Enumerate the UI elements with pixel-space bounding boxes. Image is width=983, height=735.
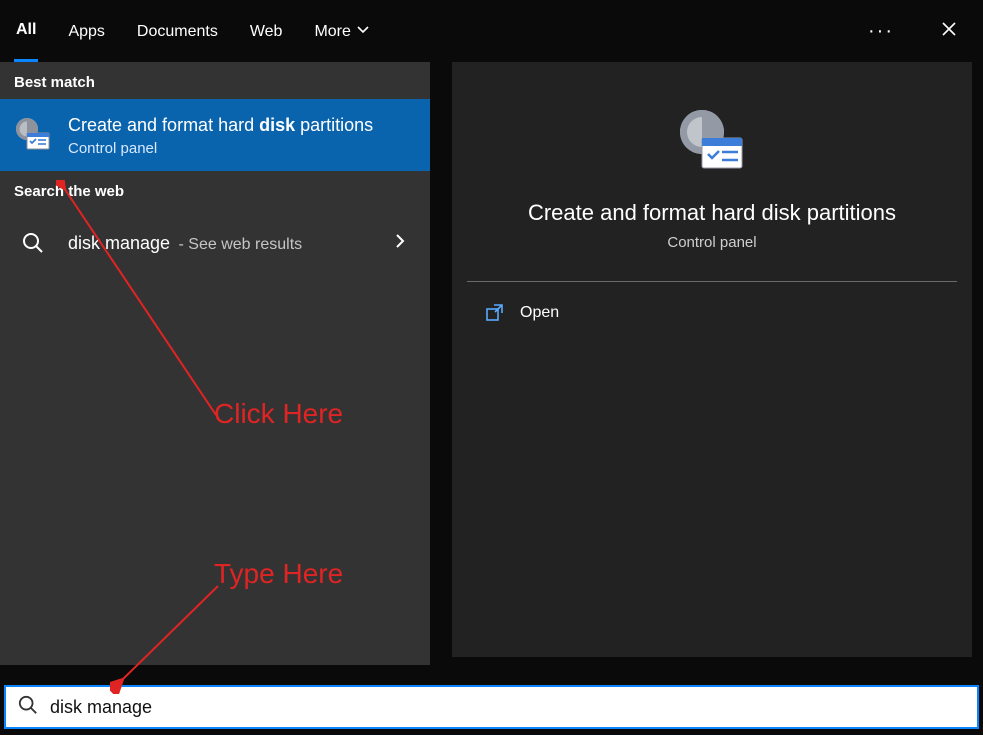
web-result-query: disk manage: [68, 233, 170, 253]
preview-disk-management-icon: [672, 102, 752, 182]
disk-management-icon: [12, 114, 54, 156]
search-input[interactable]: [50, 697, 965, 718]
web-result-suffix: See web results: [188, 236, 302, 253]
best-match-text: Create and format hard disk partitions C…: [68, 113, 416, 157]
preview-panel: Create and format hard disk partitions C…: [452, 62, 972, 657]
tab-more-label: More: [314, 23, 350, 41]
chevron-right-icon: [394, 233, 416, 254]
close-icon: [941, 21, 957, 42]
tab-all[interactable]: All: [14, 0, 38, 62]
search-bar[interactable]: [4, 685, 979, 729]
divider: [467, 281, 957, 282]
ellipsis-icon: ···: [868, 20, 894, 43]
tab-apps[interactable]: Apps: [66, 0, 106, 62]
section-best-match: Best match: [0, 62, 430, 99]
web-result[interactable]: disk manage - See web results: [0, 208, 430, 278]
open-action[interactable]: Open: [452, 282, 972, 344]
tab-documents[interactable]: Documents: [135, 0, 220, 62]
tab-web[interactable]: Web: [248, 0, 285, 62]
chevron-down-icon: [357, 23, 369, 41]
search-input-icon: [18, 695, 38, 720]
dash: -: [179, 236, 189, 253]
preview-title: Create and format hard disk partitions: [528, 200, 896, 226]
preview-subtitle: Control panel: [667, 234, 756, 251]
best-match-title-post: partitions: [295, 115, 373, 135]
best-match-title-bold: disk: [259, 115, 295, 135]
search-icon: [12, 222, 54, 264]
close-button[interactable]: [929, 11, 969, 51]
search-tabs: All Apps Documents Web More ···: [0, 0, 983, 62]
results-panel: Best match Create and format: [0, 62, 430, 665]
best-match-title-pre: Create and format hard: [68, 115, 259, 135]
best-match-subtitle: Control panel: [68, 140, 416, 157]
section-search-web: Search the web: [0, 171, 430, 208]
open-label: Open: [520, 304, 559, 322]
more-options-button[interactable]: ···: [861, 11, 901, 51]
tab-more[interactable]: More: [312, 0, 370, 62]
open-icon: [486, 304, 504, 322]
best-match-result[interactable]: Create and format hard disk partitions C…: [0, 99, 430, 171]
